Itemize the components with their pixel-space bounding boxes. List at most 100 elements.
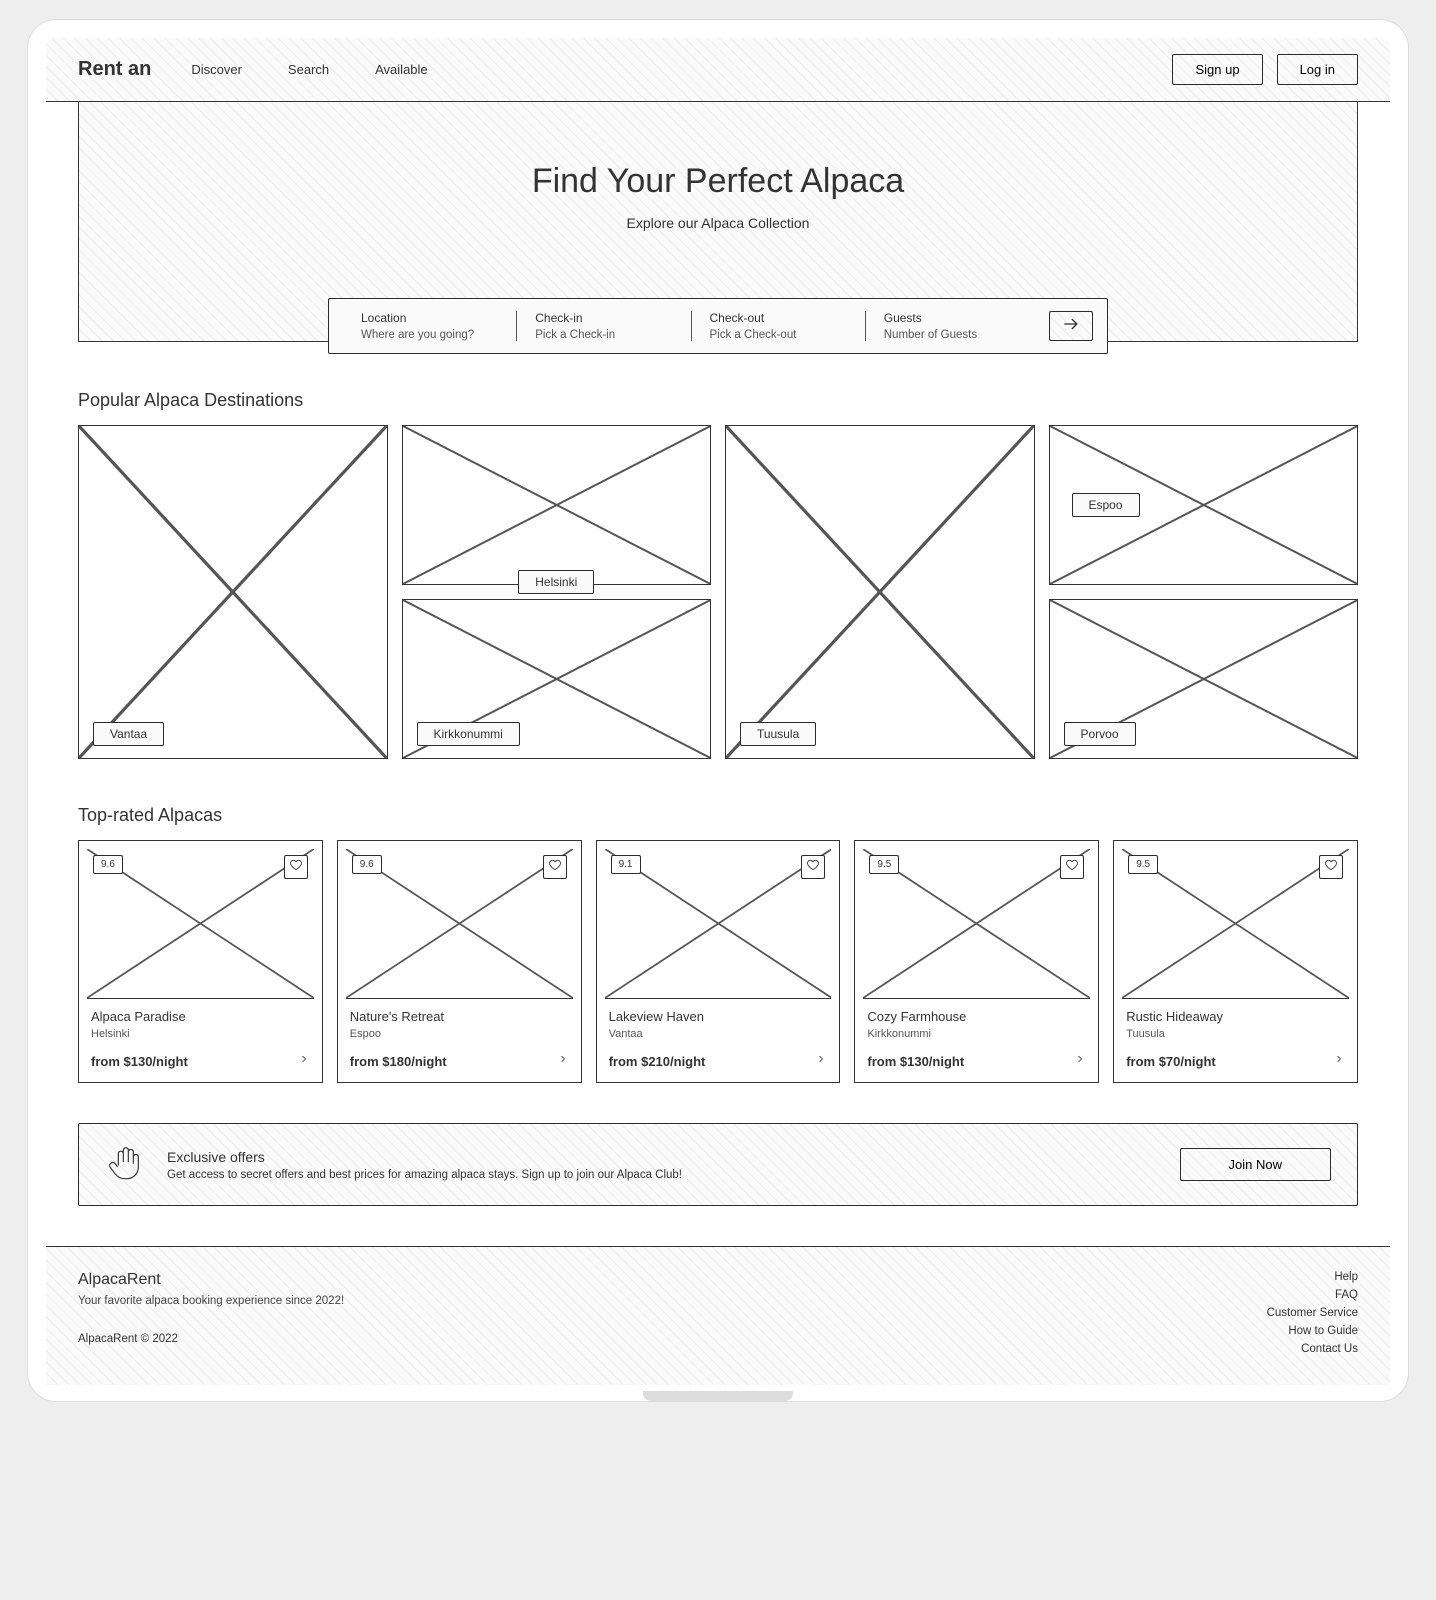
search-location-label: Location bbox=[361, 311, 498, 325]
promo-desc: Get access to secret offers and best pri… bbox=[167, 1169, 682, 1181]
search-checkin-placeholder: Pick a Check-in bbox=[535, 329, 672, 341]
card-title: Lakeview Haven bbox=[609, 1009, 828, 1024]
card-image: 9.6 bbox=[87, 849, 314, 999]
card-image: 9.6 bbox=[346, 849, 573, 999]
chevron-right-icon bbox=[298, 1052, 310, 1070]
destination-label: Kirkkonummi bbox=[417, 722, 520, 746]
favorite-button[interactable] bbox=[543, 855, 567, 879]
footer-link-howto[interactable]: How to Guide bbox=[1267, 1325, 1358, 1337]
favorite-button[interactable] bbox=[284, 855, 308, 879]
promo-title: Exclusive offers bbox=[167, 1149, 682, 1165]
footer-copyright: AlpacaRent © 2022 bbox=[78, 1333, 344, 1345]
card-title: Rustic Hideaway bbox=[1126, 1009, 1345, 1024]
image-placeholder-icon bbox=[79, 426, 387, 758]
image-placeholder-icon bbox=[403, 426, 711, 584]
rating-badge: 9.1 bbox=[611, 855, 641, 874]
footer-brand: AlpacaRent bbox=[78, 1271, 344, 1289]
heart-icon bbox=[289, 858, 303, 877]
promo-banner: Exclusive offers Get access to secret of… bbox=[78, 1123, 1358, 1206]
favorite-button[interactable] bbox=[1319, 855, 1343, 879]
signup-button[interactable]: Sign up bbox=[1172, 54, 1262, 85]
search-checkout-placeholder: Pick a Check-out bbox=[710, 329, 847, 341]
search-guests-placeholder: Number of Guests bbox=[884, 329, 1021, 341]
card-price: from $130/night bbox=[91, 1054, 188, 1069]
destination-label: Vantaa bbox=[93, 722, 164, 746]
toprated-section: Top-rated Alpacas 9.6 Alpaca Paradise He… bbox=[46, 769, 1390, 1093]
rating-badge: 9.5 bbox=[1128, 855, 1158, 874]
alpaca-card[interactable]: 9.5 Rustic Hideaway Tuusula from $70/nig… bbox=[1113, 840, 1358, 1083]
rating-badge: 9.5 bbox=[869, 855, 899, 874]
chevron-right-icon bbox=[1333, 1052, 1345, 1070]
hero-subtitle: Explore our Alpaca Collection bbox=[99, 215, 1337, 231]
heart-icon bbox=[548, 858, 562, 877]
toprated-heading: Top-rated Alpacas bbox=[78, 805, 1358, 826]
search-checkout-label: Check-out bbox=[710, 311, 847, 325]
nav-links: Discover Search Available bbox=[191, 62, 427, 77]
destinations-section: Popular Alpaca Destinations Vantaa Helsi… bbox=[46, 354, 1390, 769]
heart-icon bbox=[1065, 858, 1079, 877]
arrow-right-icon bbox=[1061, 314, 1081, 339]
card-location: Helsinki bbox=[91, 1028, 310, 1040]
nav-available[interactable]: Available bbox=[375, 62, 428, 77]
footer-link-help[interactable]: Help bbox=[1267, 1271, 1358, 1283]
rating-badge: 9.6 bbox=[93, 855, 123, 874]
search-bar: Location Where are you going? Check-in P… bbox=[328, 298, 1108, 354]
alpaca-card[interactable]: 9.1 Lakeview Haven Vantaa from $210/nigh… bbox=[596, 840, 841, 1083]
card-price: from $130/night bbox=[867, 1054, 964, 1069]
card-price: from $180/night bbox=[350, 1054, 447, 1069]
search-location-placeholder: Where are you going? bbox=[361, 329, 498, 341]
footer-links: Help FAQ Customer Service How to Guide C… bbox=[1267, 1271, 1358, 1355]
card-location: Espoo bbox=[350, 1028, 569, 1040]
search-checkout[interactable]: Check-out Pick a Check-out bbox=[691, 311, 865, 341]
destination-card-tuusula[interactable]: Tuusula bbox=[725, 425, 1035, 759]
footer: AlpacaRent Your favorite alpaca booking … bbox=[46, 1246, 1390, 1385]
search-checkin[interactable]: Check-in Pick a Check-in bbox=[516, 311, 690, 341]
search-guests[interactable]: Guests Number of Guests bbox=[865, 311, 1039, 341]
chevron-right-icon bbox=[557, 1052, 569, 1070]
heart-icon bbox=[806, 858, 820, 877]
chevron-right-icon bbox=[815, 1052, 827, 1070]
brand-logo[interactable]: Rent an bbox=[78, 58, 151, 81]
hero-title: Find Your Perfect Alpaca bbox=[99, 162, 1337, 201]
card-title: Alpaca Paradise bbox=[91, 1009, 310, 1024]
card-image: 9.5 bbox=[1122, 849, 1349, 999]
destination-label: Espoo bbox=[1072, 493, 1140, 517]
card-price: from $70/night bbox=[1126, 1054, 1216, 1069]
card-location: Tuusula bbox=[1126, 1028, 1345, 1040]
top-nav: Rent an Discover Search Available Sign u… bbox=[46, 38, 1390, 102]
favorite-button[interactable] bbox=[801, 855, 825, 879]
card-title: Cozy Farmhouse bbox=[867, 1009, 1086, 1024]
destinations-heading: Popular Alpaca Destinations bbox=[78, 390, 1358, 411]
alpaca-card[interactable]: 9.6 Nature's Retreat Espoo from $180/nig… bbox=[337, 840, 582, 1083]
card-image: 9.1 bbox=[605, 849, 832, 999]
search-guests-label: Guests bbox=[884, 311, 1021, 325]
nav-search[interactable]: Search bbox=[288, 62, 329, 77]
image-placeholder-icon bbox=[726, 426, 1034, 758]
footer-link-faq[interactable]: FAQ bbox=[1267, 1289, 1358, 1301]
destination-card-porvoo[interactable]: Porvoo bbox=[1049, 599, 1359, 759]
search-submit-button[interactable] bbox=[1049, 311, 1093, 341]
search-location[interactable]: Location Where are you going? bbox=[343, 311, 516, 341]
card-location: Kirkkonummi bbox=[867, 1028, 1086, 1040]
rating-badge: 9.6 bbox=[352, 855, 382, 874]
footer-link-contact[interactable]: Contact Us bbox=[1267, 1343, 1358, 1355]
heart-icon bbox=[1324, 858, 1338, 877]
destination-card-helsinki[interactable]: Helsinki bbox=[402, 425, 712, 585]
alpaca-card[interactable]: 9.6 Alpaca Paradise Helsinki from $130/n… bbox=[78, 840, 323, 1083]
card-location: Vantaa bbox=[609, 1028, 828, 1040]
alpaca-card[interactable]: 9.5 Cozy Farmhouse Kirkkonummi from $130… bbox=[854, 840, 1099, 1083]
footer-link-service[interactable]: Customer Service bbox=[1267, 1307, 1358, 1319]
card-price: from $210/night bbox=[609, 1054, 706, 1069]
login-button[interactable]: Log in bbox=[1277, 54, 1358, 85]
destination-label: Helsinki bbox=[518, 570, 594, 594]
join-now-button[interactable]: Join Now bbox=[1180, 1148, 1331, 1181]
favorite-button[interactable] bbox=[1060, 855, 1084, 879]
destination-card-espoo[interactable]: Espoo bbox=[1049, 425, 1359, 585]
footer-tagline: Your favorite alpaca booking experience … bbox=[78, 1295, 344, 1307]
destination-card-vantaa[interactable]: Vantaa bbox=[78, 425, 388, 759]
search-checkin-label: Check-in bbox=[535, 311, 672, 325]
nav-discover[interactable]: Discover bbox=[191, 62, 242, 77]
destination-card-kirkkonummi[interactable]: Kirkkonummi bbox=[402, 599, 712, 759]
card-title: Nature's Retreat bbox=[350, 1009, 569, 1024]
hand-icon bbox=[105, 1142, 145, 1187]
